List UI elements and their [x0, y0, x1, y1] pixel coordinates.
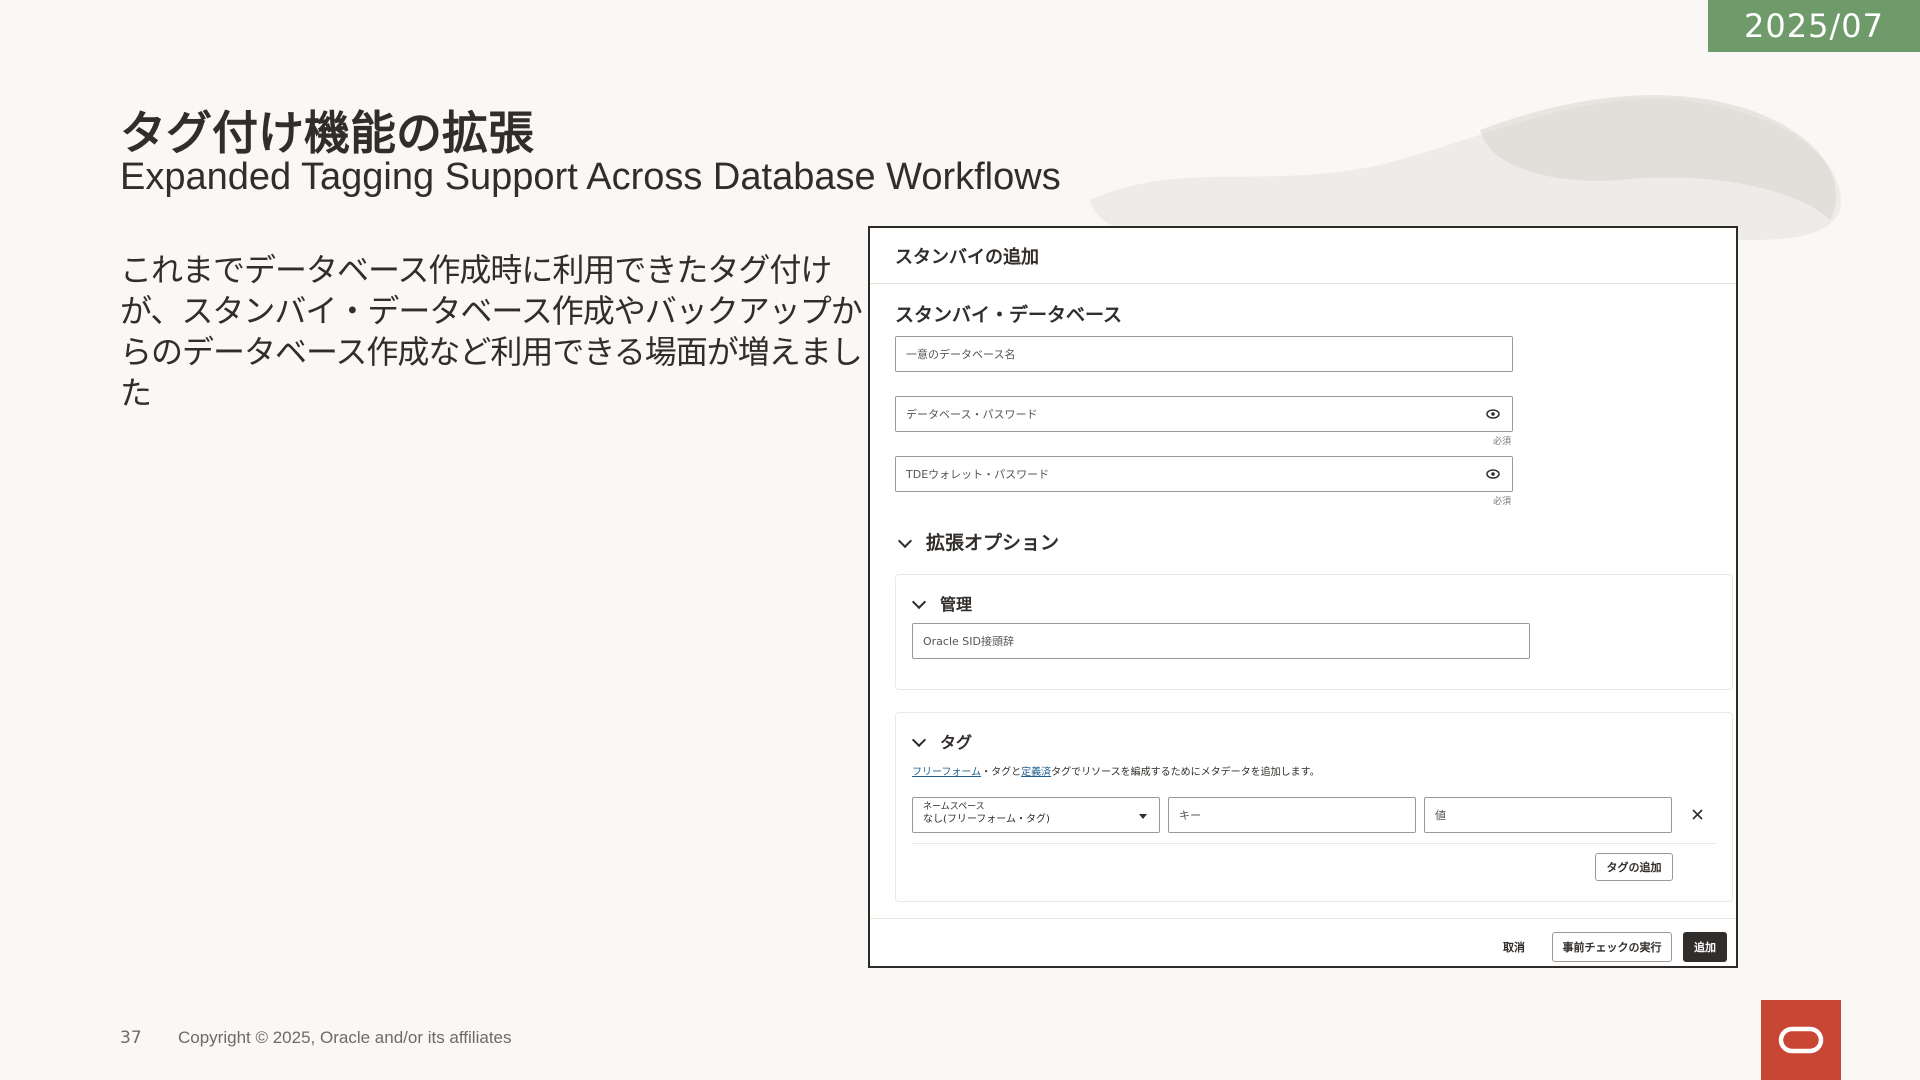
oracle-logo-icon — [1778, 1026, 1824, 1054]
page-number: 37 — [120, 1028, 142, 1048]
close-icon[interactable] — [1692, 809, 1703, 820]
tag-value-placeholder: 値 — [1435, 809, 1446, 822]
cancel-button[interactable]: 取消 — [1494, 932, 1534, 962]
chevron-down-icon — [911, 594, 927, 610]
body-text: これまでデータベース作成時に利用できたタグ付けが、スタンバイ・データベース作成や… — [120, 251, 863, 412]
required-label: 必須 — [1493, 497, 1512, 507]
required-label: 必須 — [1493, 437, 1512, 447]
management-toggle[interactable]: 管理 — [911, 591, 973, 615]
date-badge: 2025/07 — [1708, 0, 1920, 52]
db-name-field[interactable]: 一意のデータベース名 — [895, 336, 1513, 372]
freeform-link[interactable]: フリーフォーム — [912, 767, 981, 778]
namespace-value: なし(フリーフォーム・タグ) — [923, 814, 1050, 825]
eye-icon[interactable] — [1486, 469, 1500, 479]
db-password-field[interactable]: データベース・パスワード — [895, 396, 1513, 432]
tags-label: タグ — [940, 733, 973, 752]
chevron-down-icon — [897, 533, 913, 549]
oracle-sid-field[interactable]: Oracle SID接頭辞 — [912, 623, 1530, 659]
management-label: 管理 — [940, 595, 973, 614]
copyright: Copyright © 2025, Oracle and/or its affi… — [178, 1028, 512, 1047]
tde-password-field[interactable]: TDEウォレット・パスワード — [895, 456, 1513, 492]
precheck-button[interactable]: 事前チェックの実行 — [1552, 932, 1672, 962]
tde-password-placeholder: TDEウォレット・パスワード — [906, 468, 1050, 481]
standby-section-title: スタンバイ・データベース — [895, 304, 1123, 326]
add-button[interactable]: 追加 — [1683, 932, 1727, 962]
help-mid: ・タグと — [981, 767, 1022, 778]
tags-card: タグ フリーフォーム・タグと定義済タグでリソースを編成するためにメタデータを追加… — [895, 712, 1733, 902]
db-name-placeholder: 一意のデータベース名 — [906, 348, 1016, 361]
management-card: 管理 Oracle SID接頭辞 — [895, 574, 1733, 690]
defined-link[interactable]: 定義済 — [1021, 767, 1051, 778]
advanced-options-label: 拡張オプション — [926, 532, 1060, 554]
tag-value-field[interactable]: 値 — [1424, 797, 1672, 833]
help-end: タグでリソースを編成するためにメタデータを追加します。 — [1051, 767, 1320, 778]
divider — [912, 843, 1716, 844]
eye-icon[interactable] — [1486, 409, 1500, 419]
oracle-logo — [1761, 1000, 1841, 1080]
add-tag-button[interactable]: タグの追加 — [1595, 853, 1673, 881]
page-subtitle: Expanded Tagging Support Across Database… — [120, 156, 1061, 198]
chevron-down-icon — [911, 732, 927, 748]
tag-key-field[interactable]: キー — [1168, 797, 1416, 833]
dialog-title: スタンバイの追加 — [870, 228, 1736, 284]
db-password-placeholder: データベース・パスワード — [906, 408, 1038, 421]
footer-divider — [870, 918, 1736, 919]
namespace-select[interactable]: ネームスペース なし(フリーフォーム・タグ) — [912, 797, 1160, 833]
tags-toggle[interactable]: タグ — [911, 729, 973, 753]
tags-help-text: フリーフォーム・タグと定義済タグでリソースを編成するためにメタデータを追加します… — [912, 763, 1320, 778]
tag-key-placeholder: キー — [1179, 809, 1201, 822]
caret-down-icon — [1139, 814, 1147, 819]
advanced-options-toggle[interactable]: 拡張オプション — [897, 528, 1060, 555]
namespace-label: ネームスペース — [923, 802, 985, 812]
page-title: タグ付け機能の拡張 — [120, 106, 534, 160]
oracle-sid-placeholder: Oracle SID接頭辞 — [923, 635, 1014, 648]
add-standby-dialog: スタンバイの追加 スタンバイ・データベース 一意のデータベース名 データベース・… — [868, 226, 1738, 968]
